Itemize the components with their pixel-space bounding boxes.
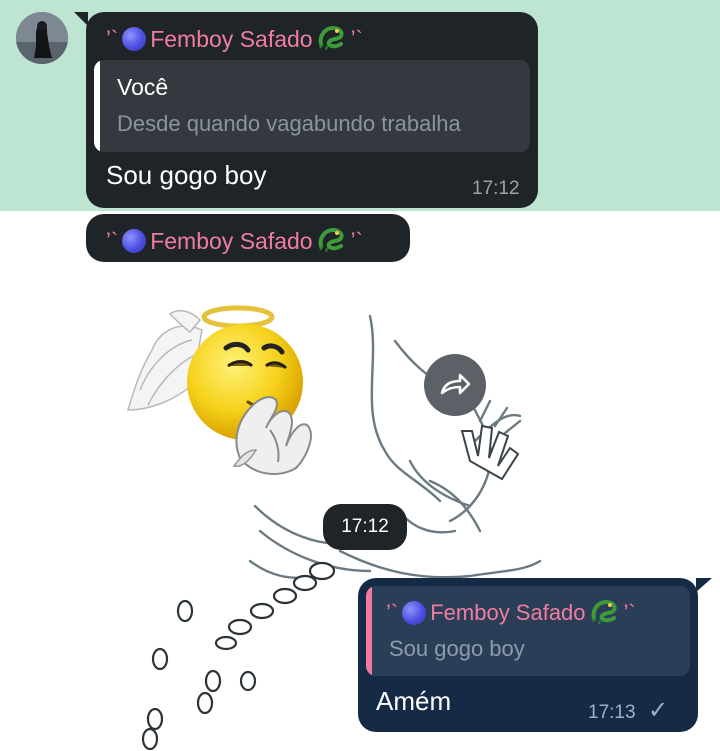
reply-quote[interactable]: Você Desde quando vagabundo trabalha xyxy=(94,60,530,152)
blue-circle-emoji xyxy=(122,27,147,51)
reply-accent-bar xyxy=(94,60,100,152)
reply-accent-bar xyxy=(366,586,372,676)
reply-author: Você xyxy=(117,74,169,100)
message-time: 17:13 xyxy=(588,702,636,723)
reply-author: ’` Femboy Safado ’` xyxy=(386,596,636,630)
share-button[interactable] xyxy=(424,354,486,416)
bubble-tail xyxy=(696,578,712,592)
dragon-emoji xyxy=(590,596,620,630)
message-text: Sou gogo boy xyxy=(106,160,267,190)
incoming-message[interactable]: ’` Femboy Safado ’` Você Desde quando va… xyxy=(74,12,538,208)
sender-suffix: ’` xyxy=(350,26,363,51)
avatar-image xyxy=(16,12,68,64)
outgoing-message[interactable]: ’` Femboy Safado ’` Sou gogo boy Amém 17… xyxy=(358,578,712,732)
sender-prefix: ’` xyxy=(386,600,399,625)
message-text: Amém xyxy=(376,686,452,716)
blue-circle-emoji xyxy=(402,601,427,625)
reply-author-name: Femboy Safado xyxy=(430,600,586,625)
sender-prefix: ’` xyxy=(106,228,119,253)
share-icon xyxy=(440,373,471,395)
sender-name-text: Femboy Safado xyxy=(150,227,313,254)
blue-circle-emoji xyxy=(122,229,147,253)
sticker-sender-name[interactable]: ’` Femboy Safado ’` xyxy=(106,224,363,258)
sender-suffix: ’` xyxy=(623,600,636,625)
sticker-sender-header[interactable]: ’` Femboy Safado ’` xyxy=(86,214,410,262)
angel-sticker-image xyxy=(126,305,312,475)
check-icon: ✓ xyxy=(648,697,669,724)
sender-prefix: ’` xyxy=(106,26,119,51)
bubble-tail xyxy=(74,12,88,26)
reply-quote[interactable]: ’` Femboy Safado ’` Sou gogo boy xyxy=(366,586,690,676)
dragon-emoji xyxy=(317,22,347,56)
message-time: 17:12 xyxy=(472,178,520,199)
sender-name-text: Femboy Safado xyxy=(150,25,313,52)
dragon-emoji xyxy=(317,224,347,258)
avatar[interactable] xyxy=(16,12,68,64)
reply-text: Desde quando vagabundo trabalha xyxy=(117,111,461,136)
sender-name[interactable]: ’` Femboy Safado ’` xyxy=(106,22,363,56)
sender-suffix: ’` xyxy=(350,228,363,253)
reply-text: Sou gogo boy xyxy=(389,636,525,661)
sticker-time: 17:12 xyxy=(323,504,407,550)
angel-sticker[interactable] xyxy=(120,290,366,502)
